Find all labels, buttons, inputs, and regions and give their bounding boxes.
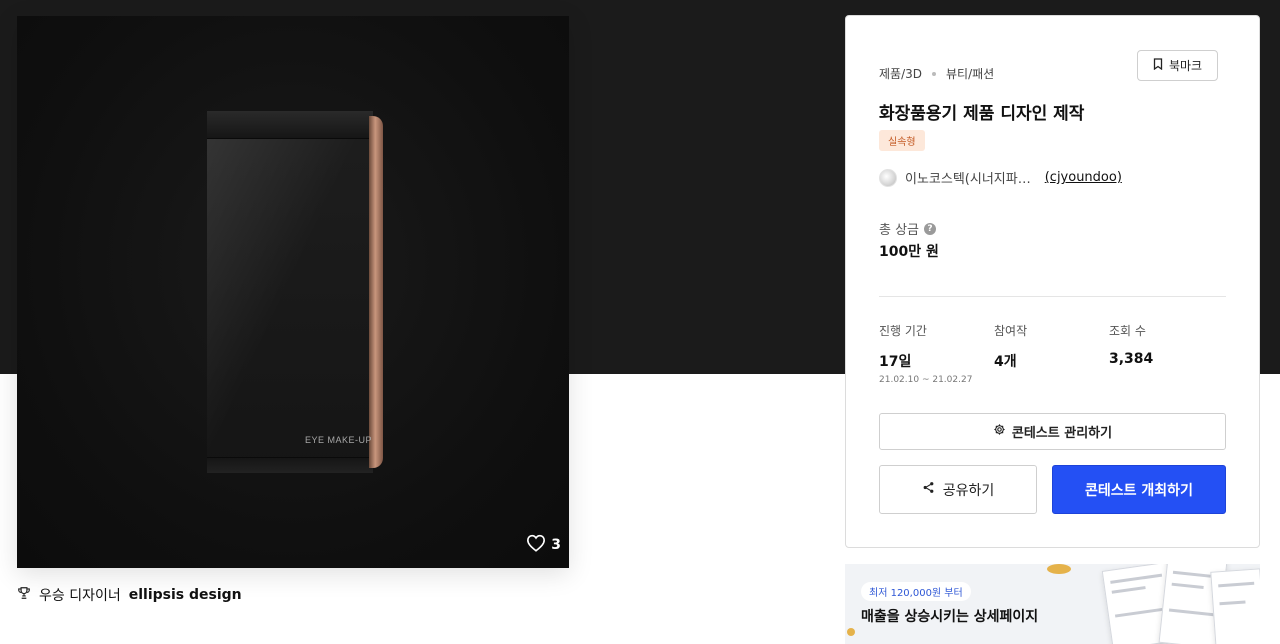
tier-badge: 실속형 bbox=[879, 130, 925, 151]
avatar bbox=[879, 168, 897, 187]
stat-views: 조회 수 3,384 bbox=[1109, 322, 1153, 367]
compact-foot bbox=[207, 457, 373, 473]
product-label-text: EYE MAKE-UP bbox=[305, 435, 373, 445]
prize-label: 총 상금 bbox=[879, 223, 920, 238]
stat-entries-value: 4개 bbox=[994, 354, 1017, 370]
stat-entries-label: 참여작 bbox=[994, 324, 1028, 338]
coin-decoration-small bbox=[847, 628, 855, 636]
promo-banner[interactable]: 최저 120,000원 부터 매출을 상승시키는 상세페이지 bbox=[845, 564, 1260, 644]
prize-value: 100만 원 bbox=[879, 244, 939, 260]
compact-cap bbox=[207, 111, 373, 139]
host-name: 이노코스텍(시너지파… bbox=[905, 172, 1031, 187]
winner-row: 우승 디자이너 ellipsis design bbox=[17, 585, 242, 605]
winner-prefix: 우승 디자이너 bbox=[39, 588, 121, 604]
stat-views-value: 3,384 bbox=[1109, 351, 1154, 367]
host-id-link[interactable]: (cjyoundoo) bbox=[1045, 170, 1122, 185]
gear-icon bbox=[993, 423, 1006, 440]
compact-sheen bbox=[207, 139, 373, 457]
separator-dot bbox=[932, 71, 936, 76]
stat-views-label: 조회 수 bbox=[1109, 324, 1146, 338]
promo-price-chip: 최저 120,000원 부터 bbox=[861, 582, 971, 601]
heart-icon bbox=[526, 534, 546, 556]
stat-period-range: 21.02.10 ~ 21.02.27 bbox=[879, 375, 973, 385]
prize-label-row: 총 상금 ? bbox=[879, 219, 937, 238]
compact-hinge bbox=[369, 116, 383, 468]
bookmark-icon bbox=[1153, 58, 1163, 73]
manage-contest-button[interactable]: 콘테스트 관리하기 bbox=[879, 413, 1226, 450]
stat-period-label: 진행 기간 bbox=[879, 324, 927, 338]
host-row: 이노코스텍(시너지파… (cjyoundoo) bbox=[879, 168, 1122, 187]
like-count: 3 bbox=[551, 537, 561, 553]
coin-decoration bbox=[1047, 564, 1071, 574]
share-label: 공유하기 bbox=[942, 482, 995, 499]
compact-case bbox=[207, 111, 373, 473]
product-image[interactable]: EYE MAKE-UP 3 bbox=[17, 16, 569, 568]
help-icon[interactable]: ? bbox=[924, 222, 937, 235]
trophy-icon bbox=[17, 586, 31, 604]
contest-title: 화장품용기 제품 디자인 제작 bbox=[879, 104, 1085, 124]
host-contest-button[interactable]: 콘테스트 개최하기 bbox=[1052, 465, 1226, 514]
like-button[interactable]: 3 bbox=[526, 534, 561, 556]
share-button[interactable]: 공유하기 bbox=[879, 465, 1037, 514]
bookmark-button[interactable]: 북마크 bbox=[1137, 50, 1218, 81]
share-icon bbox=[922, 481, 935, 498]
category-breadcrumb: 제품/3D 뷰티/패션 bbox=[879, 65, 994, 82]
stat-period-value: 17일 bbox=[879, 354, 912, 370]
stat-entries: 참여작 4개 bbox=[994, 322, 1027, 371]
promo-page-sheet bbox=[1210, 568, 1260, 644]
category-primary[interactable]: 제품/3D bbox=[879, 65, 922, 82]
bookmark-label: 북마크 bbox=[1168, 59, 1203, 73]
divider bbox=[879, 296, 1226, 297]
stat-period: 진행 기간 17일 21.02.10 ~ 21.02.27 bbox=[879, 322, 972, 385]
category-secondary[interactable]: 뷰티/패션 bbox=[946, 65, 994, 82]
winner-name[interactable]: ellipsis design bbox=[129, 587, 242, 603]
manage-contest-label: 콘테스트 관리하기 bbox=[1011, 426, 1113, 441]
contest-info-panel: 제품/3D 뷰티/패션 북마크 화장품용기 제품 디자인 제작 실속형 이노코스… bbox=[845, 15, 1260, 548]
promo-headline: 매출을 상승시키는 상세페이지 bbox=[861, 609, 1039, 625]
